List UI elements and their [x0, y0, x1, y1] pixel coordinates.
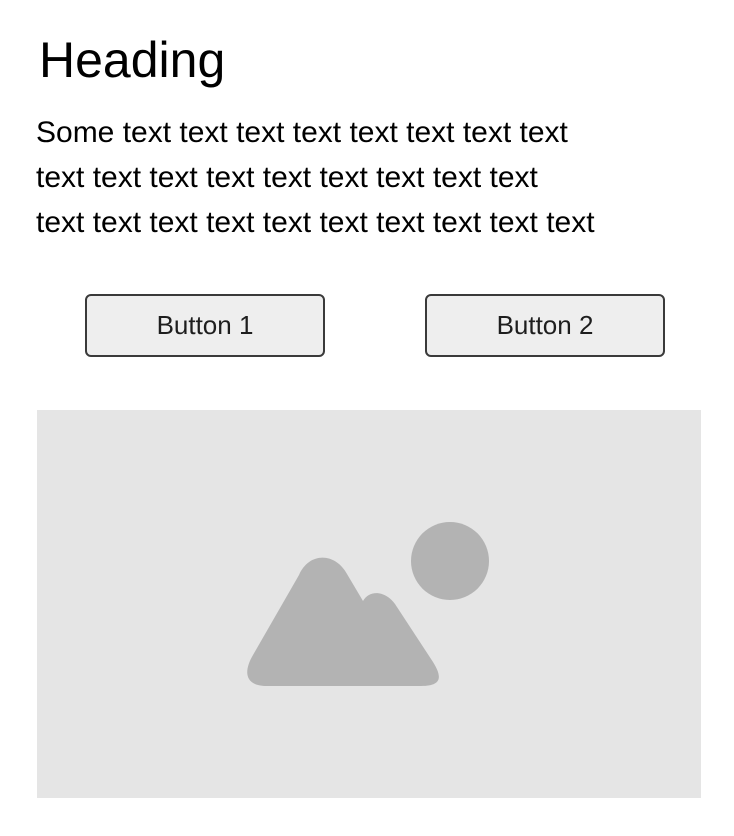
paragraph-line: text text text text text text text text … — [36, 161, 538, 194]
paragraph-line: text text text text text text text text … — [36, 206, 595, 239]
page-heading: Heading — [39, 32, 226, 88]
button-2[interactable]: Button 2 — [425, 294, 665, 357]
image-placeholder — [37, 410, 701, 798]
body-paragraph: Some text text text text text text text … — [36, 110, 716, 245]
button-1[interactable]: Button 1 — [85, 294, 325, 357]
image-placeholder-icon — [247, 522, 489, 686]
mountains-shape — [247, 557, 439, 686]
paragraph-line: Some text text text text text text text … — [36, 116, 568, 149]
sun-shape — [411, 522, 489, 600]
